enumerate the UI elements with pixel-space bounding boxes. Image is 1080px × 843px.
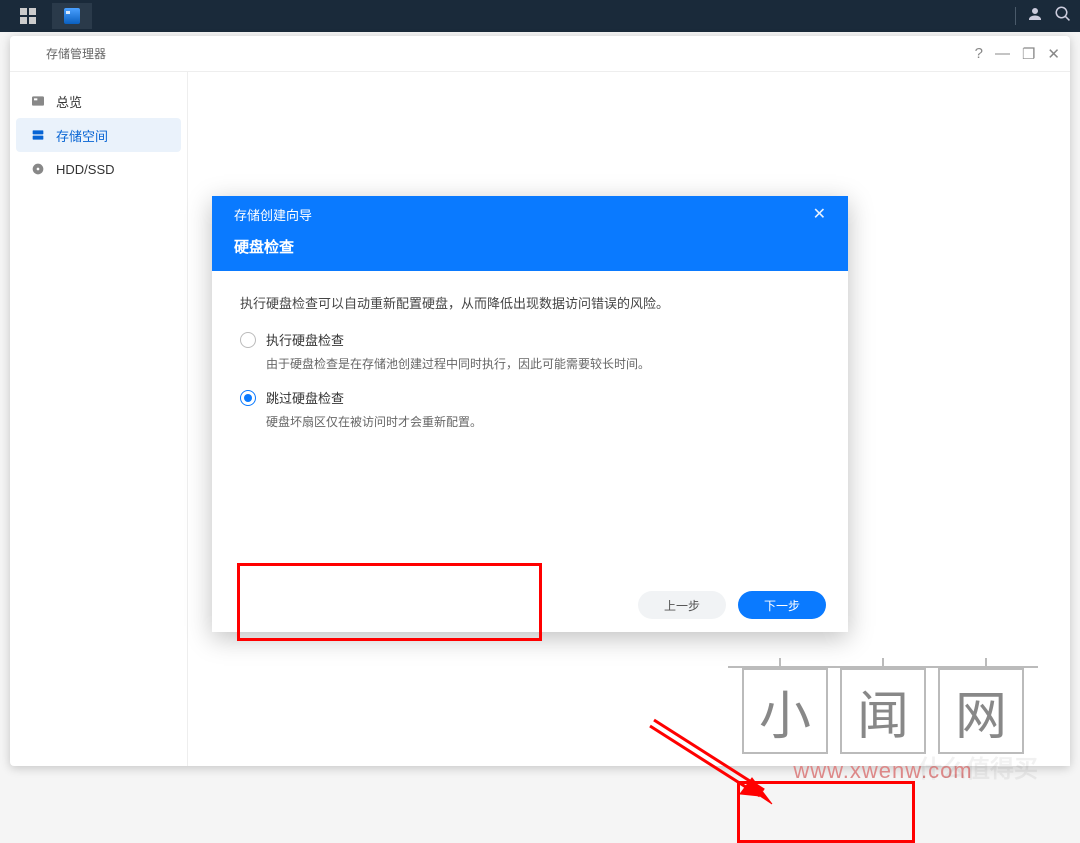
modal-body: 执行硬盘检查可以自动重新配置硬盘，从而降低出现数据访问错误的风险。 执行硬盘检查… xyxy=(212,271,848,578)
storage-icon xyxy=(30,127,46,143)
window-title: 存储管理器 xyxy=(46,45,106,62)
sidebar-item-label: HDD/SSD xyxy=(56,162,115,177)
window-titlebar: 存储管理器 ? — ❐ ✕ xyxy=(10,36,1070,72)
search-icon[interactable] xyxy=(1054,5,1072,28)
minimize-button[interactable]: — xyxy=(995,45,1010,62)
help-button[interactable]: ? xyxy=(975,45,983,62)
modal-close-button[interactable]: ✕ xyxy=(813,204,826,224)
maximize-button[interactable]: ❐ xyxy=(1022,45,1035,63)
next-button[interactable]: 下一步 xyxy=(738,591,826,619)
os-taskbar xyxy=(0,0,1080,32)
storage-app-icon xyxy=(64,8,80,24)
grid-icon xyxy=(20,8,36,24)
option-perform-check[interactable]: 执行硬盘检查 xyxy=(240,330,820,349)
radio-icon xyxy=(240,390,256,406)
sidebar: 总览 存储空间 HDD/SSD xyxy=(10,72,188,766)
dashboard-icon xyxy=(30,93,46,109)
disk-icon xyxy=(30,161,46,177)
taskbar-storage-button[interactable] xyxy=(52,3,92,29)
sidebar-item-label: 总览 xyxy=(56,92,82,111)
modal-breadcrumb: 存储创建向导 xyxy=(234,205,312,224)
modal-title: 硬盘检查 xyxy=(234,232,826,271)
annotation-highlight-next xyxy=(737,781,915,843)
sidebar-item-storage[interactable]: 存储空间 xyxy=(16,118,181,152)
close-window-button[interactable]: ✕ xyxy=(1047,45,1060,63)
taskbar-separator xyxy=(1015,7,1016,25)
option-skip-check[interactable]: 跳过硬盘检查 xyxy=(240,388,820,407)
app-icon xyxy=(20,45,38,63)
prev-button[interactable]: 上一步 xyxy=(638,591,726,619)
taskbar-apps-button[interactable] xyxy=(8,3,48,29)
option-label: 执行硬盘检查 xyxy=(266,330,344,349)
annotation-highlight-option xyxy=(237,563,542,641)
user-icon[interactable] xyxy=(1026,5,1044,28)
modal-header: 存储创建向导 ✕ 硬盘检查 xyxy=(212,196,848,271)
option-subtext: 硬盘坏扇区仅在被访问时才会重新配置。 xyxy=(266,413,820,430)
sidebar-item-label: 存储空间 xyxy=(56,126,108,145)
sidebar-item-overview[interactable]: 总览 xyxy=(16,84,181,118)
option-label: 跳过硬盘检查 xyxy=(266,388,344,407)
modal-description: 执行硬盘检查可以自动重新配置硬盘，从而降低出现数据访问错误的风险。 xyxy=(240,293,820,312)
sidebar-item-hdd-ssd[interactable]: HDD/SSD xyxy=(16,152,181,186)
radio-icon xyxy=(240,332,256,348)
option-subtext: 由于硬盘检查是在存储池创建过程中同时执行，因此可能需要较长时间。 xyxy=(266,355,820,372)
